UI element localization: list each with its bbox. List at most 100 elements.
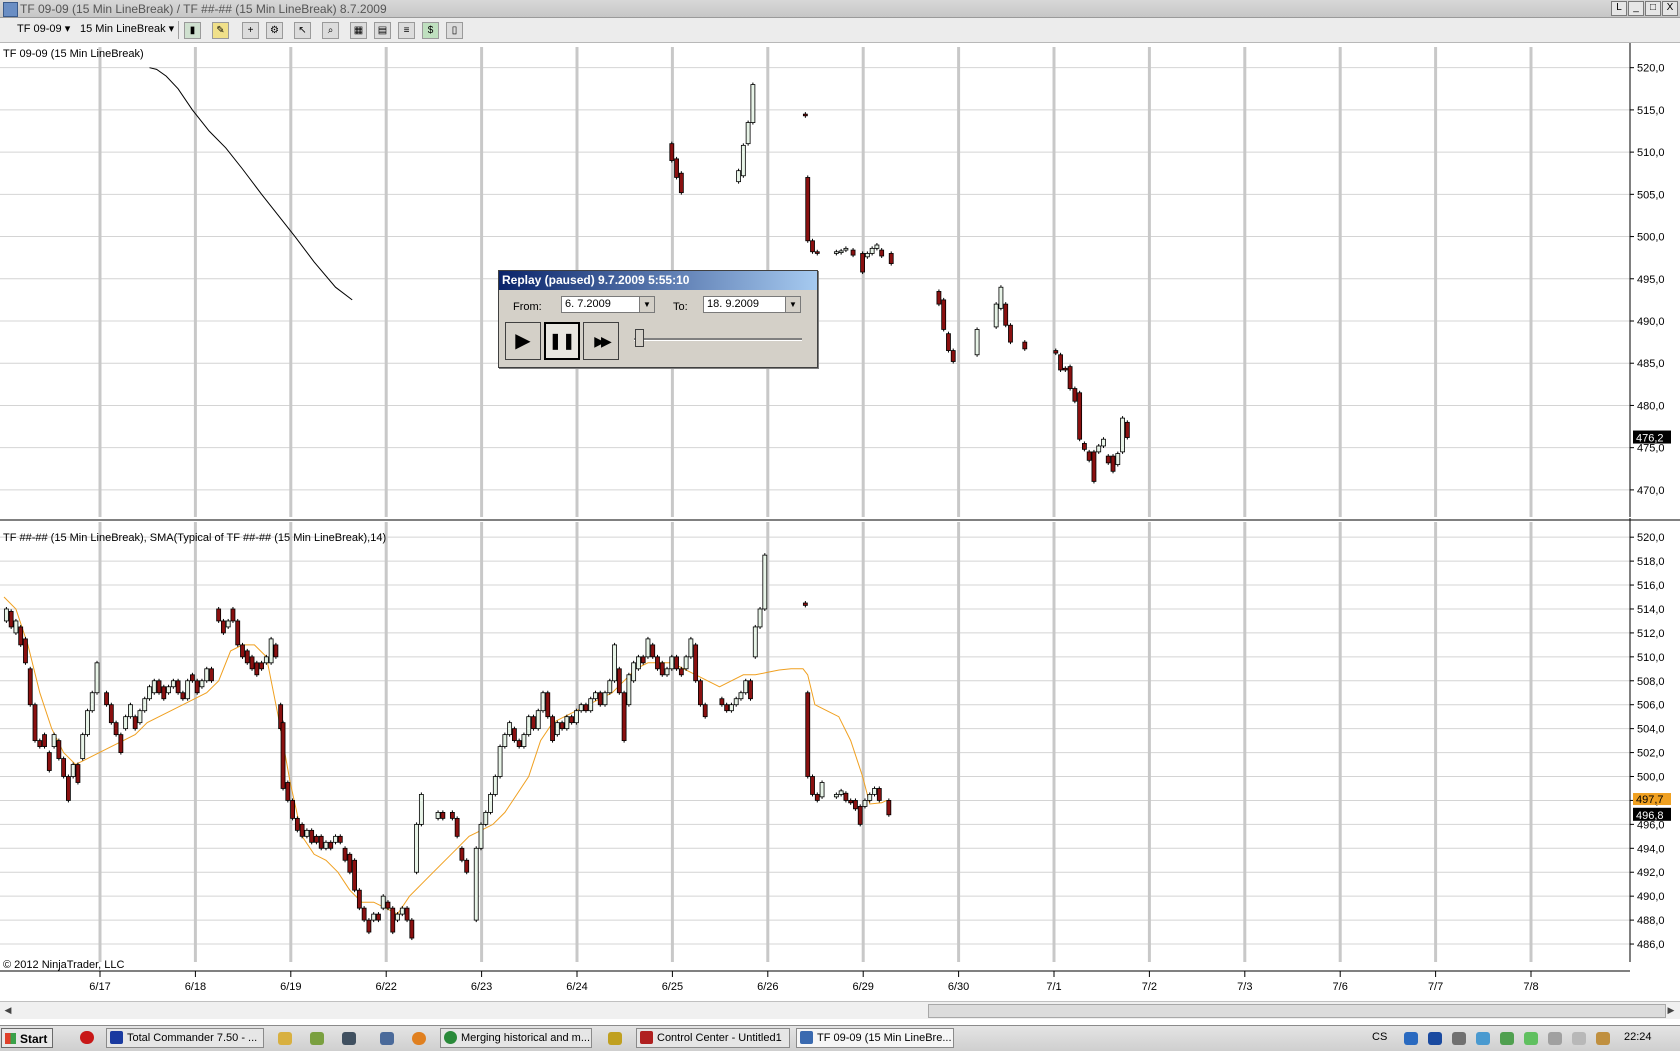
taskbar-item-control-center[interactable]: Control Center - Untitled1 [636,1028,790,1048]
panel-icon[interactable]: ▯ [446,22,463,39]
language-indicator[interactable]: CS [1372,1031,1387,1043]
from-date-picker[interactable]: 6. 7.2009 ▼ [561,296,655,313]
candle-down [175,680,181,694]
window-l-button[interactable]: L [1611,1,1627,16]
play-button[interactable]: ▶ [505,322,541,360]
strategy-icon[interactable]: ⚙ [266,22,283,39]
chart-canvas[interactable]: 520,0 515,0 510,0 505,0 500,0 495,0 490,0 485,0… [0,43,1680,1001]
candle-up [574,710,579,724]
data-box-icon[interactable]: ▤ [374,22,391,39]
candle-down [294,817,300,831]
candle-down [132,716,138,730]
firefox-icon[interactable] [412,1032,426,1045]
candle-up [740,144,746,177]
x-tick-label: 7/8 [1523,981,1538,993]
candle-down [235,620,241,646]
keyboard-icon[interactable] [1596,1032,1610,1045]
candle-down [848,800,854,804]
candle-down [464,859,470,873]
candle-down [385,901,391,909]
horizontal-scrollbar[interactable]: ◀ ▶ [0,1001,1680,1019]
chart-properties-icon[interactable]: ▦ [350,22,367,39]
candle-down [1008,324,1013,343]
candle-up [762,554,768,610]
candle-down [1077,392,1083,440]
candle-up [1096,445,1102,453]
taskbar-item-chart[interactable]: TF 09-09 (15 Min LineBre... [796,1028,954,1048]
candle-down [404,907,410,921]
pause-button[interactable]: ❚❚ [544,322,580,360]
window-icon[interactable] [380,1032,394,1045]
chat-icon[interactable] [1524,1032,1538,1045]
opera-icon[interactable] [80,1031,94,1044]
window-titlebar[interactable]: TF 09-09 (15 Min LineBreak) / TF ##-## (… [0,0,1680,18]
replay-speed-track[interactable] [634,338,802,341]
update-icon[interactable] [1500,1032,1514,1045]
bluetooth-icon[interactable] [1428,1032,1442,1045]
fast-forward-button[interactable]: ▶▶ [583,322,619,360]
chart-panel[interactable]: 520,0 515,0 510,0 505,0 500,0 495,0 490,0 485,0… [0,43,1680,1001]
start-button[interactable]: Start [1,1028,53,1048]
minimize-button[interactable]: _ [1628,1,1644,16]
candle-down [409,919,415,939]
replay-speed-slider[interactable] [635,329,644,347]
candle-down [678,668,684,676]
terminal-icon[interactable] [342,1032,356,1045]
notepad-icon[interactable] [310,1032,324,1045]
close-button[interactable]: X [1662,1,1678,16]
instrument-selector[interactable]: TF 09-09 ▾ [17,22,70,35]
folder-icon[interactable] [278,1032,292,1045]
candle-down [802,602,808,606]
candle-up [607,680,613,694]
scroll-left-icon[interactable]: ◀ [1,1003,15,1017]
candle-down [655,656,660,670]
candle-down [650,644,656,658]
scrollbar-thumb[interactable] [928,1004,1666,1018]
candle-up [323,841,329,849]
taskbar-item-label: TF 09-09 (15 Min LineBre... [817,1032,952,1044]
to-date-value: 18. 9.2009 [707,298,759,310]
add-indicator-icon[interactable]: + [242,22,259,39]
candle-up [862,800,868,807]
candle-down [888,253,894,264]
volume-icon[interactable] [1452,1032,1466,1045]
candle-down [356,889,362,909]
candle-down [37,740,43,747]
network-icon[interactable] [1404,1032,1418,1045]
candle-down [640,656,646,664]
dollar-icon[interactable]: $ [422,22,439,39]
scroll-right-icon[interactable]: ▶ [1664,1003,1678,1017]
y-tick-label: 520,0 [1637,63,1665,75]
candle-up [743,680,749,694]
candle-up [664,668,670,676]
cursor-icon[interactable]: ↖ [294,22,311,39]
candle-up [204,668,210,682]
candle-up [612,644,617,682]
to-date-picker[interactable]: 18. 9.2009 ▼ [703,296,801,313]
security-icon[interactable] [1476,1032,1490,1045]
tool-icon[interactable] [608,1032,622,1045]
candle-up [170,680,176,688]
templates-icon[interactable]: ≡ [398,22,415,39]
taskbar-item-chrome[interactable]: Merging historical and m... [440,1028,592,1048]
candle-up [588,698,594,712]
speaker-icon[interactable] [1572,1032,1586,1045]
zoom-icon[interactable]: ⌕ [322,22,339,39]
candle-up [51,734,57,747]
monitor-icon[interactable] [1548,1032,1562,1045]
bar-type-icon[interactable]: ▮ [184,22,201,39]
chevron-down-icon[interactable]: ▼ [639,297,654,312]
restore-button[interactable]: □ [1645,1,1661,16]
pencil-icon[interactable]: ✎ [212,22,229,39]
interval-selector[interactable]: 15 Min LineBreak ▾ [80,22,174,35]
candle-down [702,704,708,718]
chart-window-icon [800,1031,813,1044]
taskbar-item-total-commander[interactable]: Total Commander 7.50 - ... [106,1028,264,1048]
chevron-down-icon[interactable]: ▼ [785,297,800,312]
replay-dialog[interactable]: Replay (paused) 9.7.2009 5:55:10 From: 6… [498,270,818,368]
x-tick-label: 6/25 [662,981,683,993]
candle-down [1053,350,1059,354]
to-label: To: [673,301,688,313]
y-tick-label: 515,0 [1637,105,1665,117]
taskbar-clock: 22:24 [1624,1031,1652,1043]
